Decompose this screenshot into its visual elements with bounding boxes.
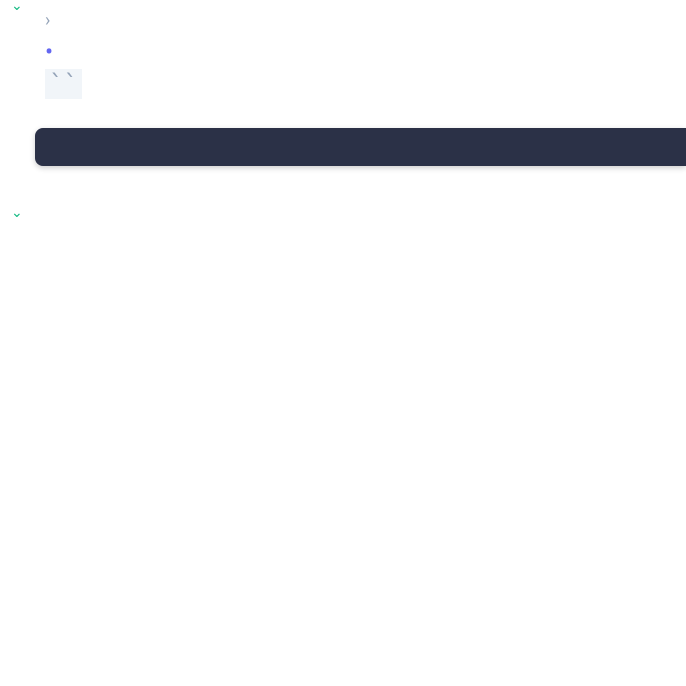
bullet-icon: • (45, 38, 53, 66)
chevron-down-icon[interactable]: ⌄ (11, 206, 23, 220)
blockquote-line[interactable]: › (45, 6, 686, 34)
task-line[interactable]: • (45, 38, 686, 66)
blockquote-marker-icon: › (45, 10, 50, 31)
backtick-icon: ` (49, 70, 63, 98)
normal-text-line[interactable]: `` (45, 70, 686, 98)
code-block[interactable] (35, 128, 686, 166)
editor-pane[interactable]: ⌄ › • `` ⌄ (0, 6, 686, 166)
backtick-icon: ` (63, 70, 77, 98)
chevron-down-icon[interactable]: ⌄ (11, 0, 23, 13)
codeblock-row[interactable]: ⌄ (35, 128, 686, 166)
inline-code: `` (45, 69, 82, 99)
